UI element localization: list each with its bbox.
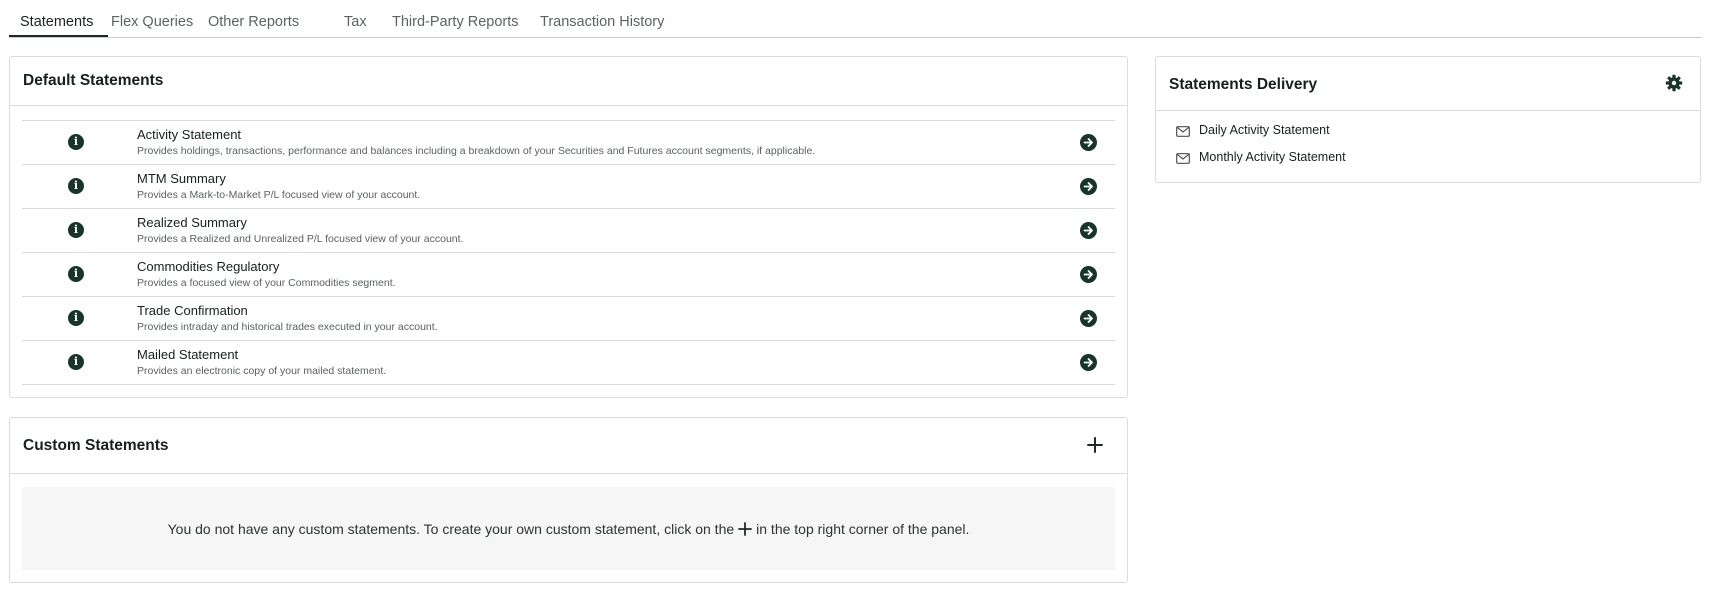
tab-transaction-history[interactable]: Transaction History	[540, 14, 664, 30]
statement-name[interactable]: Mailed Statement	[137, 347, 238, 362]
statements-delivery-title: Statements Delivery	[1169, 76, 1318, 93]
custom-statements-empty-state: You do not have any custom statements. T…	[22, 487, 1115, 570]
default-statements-title: Default Statements	[23, 72, 164, 89]
arrow-right-circle-icon[interactable]	[1080, 310, 1097, 327]
tab-tax[interactable]: Tax	[344, 14, 367, 30]
statement-name[interactable]: Realized Summary	[137, 215, 247, 230]
info-icon[interactable]: i	[68, 354, 84, 370]
active-tab-indicator	[9, 35, 108, 37]
statement-name[interactable]: Commodities Regulatory	[137, 259, 279, 274]
empty-state-message: You do not have any custom statements. T…	[168, 521, 970, 537]
statements-delivery-panel: Statements Delivery Daily Activity State…	[1155, 56, 1701, 183]
default-statements-list: i Activity Statement Provides holdings, …	[22, 120, 1115, 385]
plus-icon	[1087, 437, 1103, 453]
statement-description: Provides an electronic copy of your mail…	[137, 365, 387, 377]
arrow-right-circle-icon[interactable]	[1080, 354, 1097, 371]
custom-statements-title: Custom Statements	[23, 437, 169, 454]
envelope-icon	[1176, 126, 1190, 137]
tab-third-party-reports[interactable]: Third-Party Reports	[392, 14, 519, 30]
arrow-right-circle-icon[interactable]	[1080, 266, 1097, 283]
statement-row-realized[interactable]: i Realized Summary Provides a Realized a…	[22, 209, 1115, 253]
add-custom-statement-button[interactable]	[1085, 435, 1105, 455]
plus-icon	[738, 521, 753, 536]
report-tabs: Statements Flex Queries Other Reports Ta…	[9, 0, 1702, 38]
delivery-item-label: Monthly Activity Statement	[1199, 150, 1346, 164]
info-icon[interactable]: i	[68, 222, 84, 238]
default-statements-header: Default Statements	[10, 57, 1127, 106]
statement-row-commodities[interactable]: i Commodities Regulatory Provides a focu…	[22, 253, 1115, 297]
statement-description: Provides a Mark-to-Market P/L focused vi…	[137, 189, 421, 201]
arrow-right-circle-icon[interactable]	[1080, 222, 1097, 239]
statement-description: Provides a focused view of your Commodit…	[137, 277, 396, 289]
statement-row-mtm[interactable]: i MTM Summary Provides a Mark-to-Market …	[22, 165, 1115, 209]
gear-icon	[1665, 74, 1683, 92]
info-icon[interactable]: i	[68, 310, 84, 326]
statements-delivery-header: Statements Delivery	[1156, 57, 1700, 111]
arrow-right-circle-icon[interactable]	[1080, 134, 1097, 151]
custom-statements-header: Custom Statements	[10, 418, 1127, 474]
info-icon[interactable]: i	[68, 178, 84, 194]
tab-flex-queries[interactable]: Flex Queries	[111, 14, 193, 30]
envelope-icon	[1176, 153, 1190, 164]
statement-row-mailed[interactable]: i Mailed Statement Provides an electroni…	[22, 341, 1115, 385]
statement-name[interactable]: Activity Statement	[137, 127, 241, 142]
statement-name[interactable]: Trade Confirmation	[137, 303, 248, 318]
statement-description: Provides intraday and historical trades …	[137, 321, 438, 333]
tab-statements[interactable]: Statements	[20, 14, 93, 30]
delivery-settings-button[interactable]	[1665, 74, 1683, 92]
statement-description: Provides holdings, transactions, perform…	[137, 145, 816, 157]
custom-statements-panel: Custom Statements You do not have any cu…	[9, 417, 1128, 583]
delivery-item-label: Daily Activity Statement	[1199, 123, 1330, 137]
statement-row-activity[interactable]: i Activity Statement Provides holdings, …	[22, 121, 1115, 165]
statement-description: Provides a Realized and Unrealized P/L f…	[137, 233, 464, 245]
empty-state-text-after: in the top right corner of the panel.	[756, 520, 970, 537]
info-icon[interactable]: i	[68, 134, 84, 150]
statement-row-trade-confirmation[interactable]: i Trade Confirmation Provides intraday a…	[22, 297, 1115, 341]
empty-state-text-before: You do not have any custom statements. T…	[167, 520, 735, 537]
info-icon[interactable]: i	[68, 266, 84, 282]
statement-name[interactable]: MTM Summary	[137, 171, 226, 186]
default-statements-panel: Default Statements i Activity Statement …	[9, 56, 1128, 398]
tab-other-reports[interactable]: Other Reports	[208, 14, 299, 30]
arrow-right-circle-icon[interactable]	[1080, 178, 1097, 195]
